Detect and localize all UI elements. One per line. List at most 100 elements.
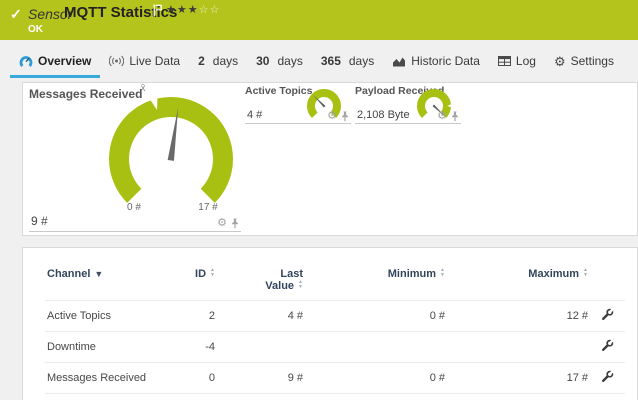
channel-last-value: 4 # <box>217 301 305 332</box>
column-header-maximum[interactable]: Maximum ▲▼ <box>447 262 590 301</box>
gear-icon[interactable]: ⚙ <box>217 218 227 229</box>
widget-icons: ⚙ <box>217 218 239 229</box>
tab-historic-data[interactable]: Historic Data <box>383 46 489 78</box>
prtg-sensor-page: ✓ Sensor MQTT Statistics ★★★☆☆ OK Overvi… <box>0 0 638 400</box>
channel-minimum: 0 # <box>305 301 447 332</box>
column-header-channel[interactable]: Channel ▼ <box>45 262 175 301</box>
gauge-min-label: 0 # <box>114 202 154 213</box>
column-label: Channel <box>47 268 90 280</box>
channel-minimum: 0 # <box>305 363 447 394</box>
channel-last-value: 9 # <box>217 363 305 394</box>
table-header-row: Channel▼ ID▲▼ Last Value▲▼ Minimum▲▼ Max… <box>45 262 625 301</box>
tab-label: Overview <box>38 54 91 68</box>
gear-icon[interactable]: ⚙ <box>437 111 447 122</box>
historic-chart-icon <box>392 56 406 67</box>
tab-live-data[interactable]: Live Data <box>100 46 189 78</box>
tab-label: days <box>349 54 374 68</box>
channel-settings-wrench-icon[interactable] <box>601 339 614 352</box>
channel-settings-wrench-icon[interactable] <box>601 370 614 383</box>
channel-name: Messages Received <box>45 363 175 394</box>
column-label: Minimum <box>388 268 436 280</box>
column-header-tools <box>590 262 625 301</box>
sort-desc-icon: ▼ <box>94 269 103 279</box>
column-header-id[interactable]: ID ▲▼ <box>175 262 217 301</box>
channel-minimum: 0 Byte <box>305 394 447 400</box>
rating-stars[interactable]: ★★★☆☆ <box>166 3 220 16</box>
gauge-current-value: 4 # <box>247 109 262 121</box>
tab-30-days[interactable]: 30 days <box>247 46 312 78</box>
table-row[interactable]: Active Topics 2 4 # 0 # 12 # <box>45 301 625 332</box>
tab-label: days <box>213 54 238 68</box>
sensor-header: ✓ Sensor MQTT Statistics ★★★☆☆ OK <box>0 0 638 40</box>
sort-icon: ▲▼ <box>298 280 303 289</box>
star-filled-icon[interactable]: ★ <box>188 4 199 16</box>
sort-icon: ▲▼ <box>440 268 445 277</box>
gear-icon: ⚙ <box>554 55 566 68</box>
tab-label: Settings <box>571 54 614 68</box>
table-row[interactable]: Downtime -4 <box>45 332 625 363</box>
tab-label: Historic Data <box>411 54 480 68</box>
tab-log[interactable]: Log <box>489 46 545 78</box>
column-header-minimum[interactable]: Minimum ▲▼ <box>305 262 447 301</box>
tab-number: 2 <box>198 54 205 68</box>
tab-settings[interactable]: ⚙ Settings <box>545 46 623 78</box>
column-label: Maximum <box>528 268 579 280</box>
channels-table: Channel▼ ID▲▼ Last Value▲▼ Minimum▲▼ Max… <box>45 262 625 400</box>
pin-icon[interactable] <box>231 218 239 229</box>
star-filled-icon[interactable]: ★ <box>166 4 177 16</box>
star-empty-icon[interactable]: ☆ <box>210 4 221 16</box>
channel-maximum <box>447 332 590 363</box>
tab-overview[interactable]: Overview <box>10 46 100 78</box>
gauge-widget-active-topics: Active Topics 4 # ⚙ <box>245 85 351 124</box>
log-table-icon <box>498 56 511 66</box>
gauge-current-value: 9 # <box>31 214 48 228</box>
channel-minimum <box>305 332 447 363</box>
gauge-widget-messages-received: Messages Received x̄ 0 # 17 # 9 # ⚙ <box>29 87 241 232</box>
column-label: Value <box>265 280 294 292</box>
tab-number: 30 <box>256 54 269 68</box>
channel-id: 1 <box>175 394 217 400</box>
table-row[interactable]: Messages Received 0 9 # 0 # 17 # <box>45 363 625 394</box>
gauge-icon <box>19 55 33 68</box>
column-label: ID <box>195 268 206 280</box>
sort-icon: ▲▼ <box>583 268 588 277</box>
gauge-title: Active Topics <box>245 85 313 97</box>
pin-icon[interactable] <box>451 111 459 122</box>
channel-id: 2 <box>175 301 217 332</box>
channel-name: Downtime <box>45 332 175 363</box>
channel-id: 0 <box>175 363 217 394</box>
gear-icon[interactable]: ⚙ <box>327 111 337 122</box>
channel-maximum: 2,120 Byte <box>447 394 590 400</box>
channel-maximum: 12 # <box>447 301 590 332</box>
flag-icon[interactable] <box>153 4 162 22</box>
channel-maximum: 17 # <box>447 363 590 394</box>
table-row[interactable]: Payload Received 1 2,108 Byte 0 Byte 2,1… <box>45 394 625 400</box>
pin-icon[interactable] <box>341 111 349 122</box>
channel-name: Payload Received <box>45 394 175 400</box>
live-signal-icon <box>109 55 124 67</box>
channel-last-value <box>217 332 305 363</box>
tab-label: Live Data <box>129 54 180 68</box>
sort-icon: ▲▼ <box>210 268 215 277</box>
tab-2-days[interactable]: 2 days <box>189 46 247 78</box>
gauge-widget-payload-received: Payload Received 2,108 Byte ⚙ <box>355 85 461 124</box>
channel-last-value: 2,108 Byte <box>217 394 305 400</box>
tab-bar: Overview Live Data 2 days 30 days 365 days <box>0 40 638 78</box>
tab-number: 365 <box>321 54 341 68</box>
gauges-panel: Messages Received x̄ 0 # 17 # 9 # ⚙ Acti… <box>22 82 638 236</box>
tab-label: days <box>277 54 302 68</box>
star-filled-icon[interactable]: ★ <box>177 4 188 16</box>
widget-icons: ⚙ <box>327 111 349 122</box>
channel-settings-wrench-icon[interactable] <box>601 308 614 321</box>
channel-name: Active Topics <box>45 301 175 332</box>
widget-icons: ⚙ <box>437 111 459 122</box>
tab-365-days[interactable]: 365 days <box>312 46 383 78</box>
status-badge: OK <box>28 24 43 35</box>
column-header-last-value[interactable]: Last Value▲▼ <box>217 262 305 301</box>
gauge-max-label: 17 # <box>188 202 228 213</box>
gauge-current-value: 2,108 Byte <box>357 109 410 121</box>
channel-id: -4 <box>175 332 217 363</box>
star-empty-icon[interactable]: ☆ <box>199 4 210 16</box>
channels-table-panel: Channel▼ ID▲▼ Last Value▲▼ Minimum▲▼ Max… <box>22 247 638 400</box>
tab-label: Log <box>516 54 536 68</box>
